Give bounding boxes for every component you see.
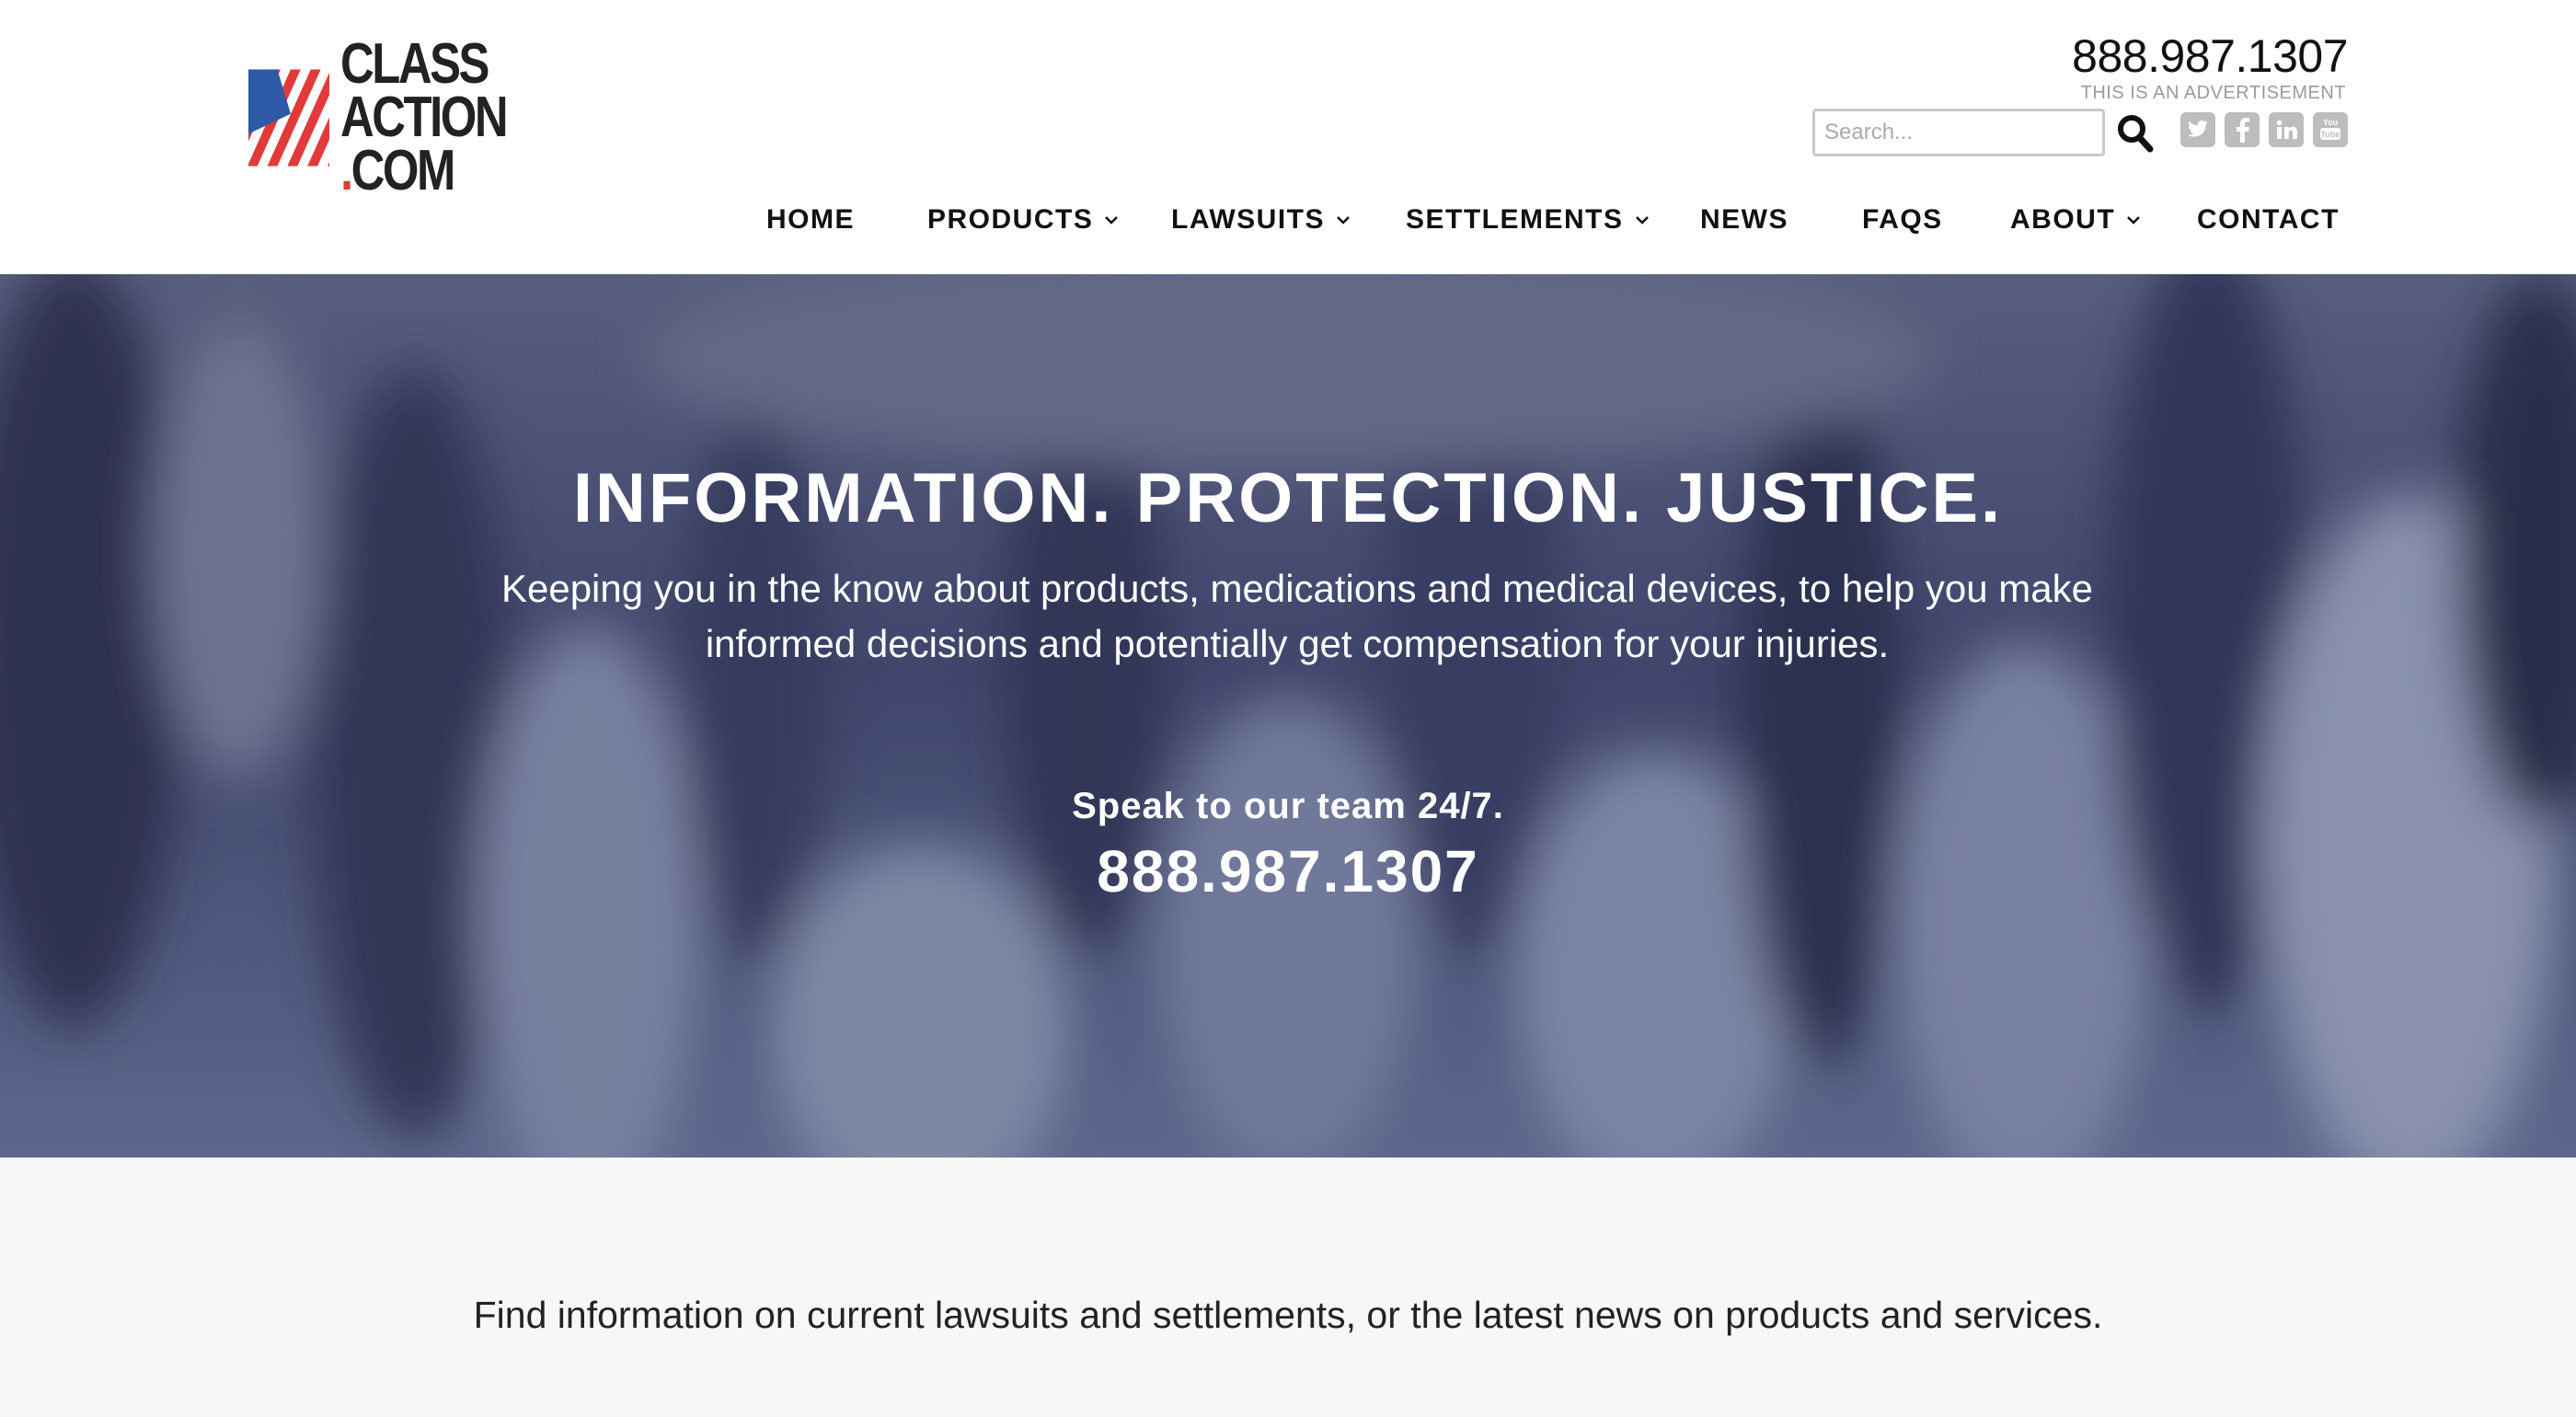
logo-wordmark: CLASS ACTION .COM	[340, 32, 509, 202]
main-navigation: HOME PRODUCTS LAWSUITS SETTLEMENTS NEWS …	[0, 204, 2576, 250]
search-icon	[2118, 115, 2154, 153]
nav-item-label: NEWS	[1700, 204, 1788, 235]
nav-item-about[interactable]: ABOUT	[2010, 204, 2141, 236]
nav-item-label: PRODUCTS	[927, 204, 1094, 235]
nav-item-label: LAWSUITS	[1171, 204, 1325, 235]
nav-item-news[interactable]: NEWS	[1700, 204, 1788, 236]
intro-section: Find information on current lawsuits and…	[0, 1158, 2576, 1417]
site-header: CLASS ACTION .COM 888.987.1307 THIS IS A…	[0, 0, 2576, 274]
logo-line-2: ACTION	[340, 86, 509, 149]
chevron-down-icon	[1635, 216, 1649, 225]
flag-logo-icon	[248, 69, 330, 167]
chevron-down-icon	[2127, 216, 2141, 225]
nav-item-products[interactable]: PRODUCTS	[927, 204, 1119, 236]
advertisement-notice: THIS IS AN ADVERTISEMENT	[2080, 83, 2346, 103]
youtube-icon[interactable]: You Tube	[2313, 112, 2348, 147]
nav-item-label: FAQS	[1862, 204, 1943, 235]
nav-item-label: CONTACT	[2197, 204, 2340, 235]
twitter-icon[interactable]	[2180, 112, 2215, 147]
intro-text: Find information on current lawsuits and…	[473, 1294, 2103, 1336]
search-input[interactable]	[1812, 109, 2105, 156]
logo-line-3: .COM	[340, 139, 455, 202]
linkedin-icon[interactable]	[2269, 112, 2304, 147]
chevron-down-icon	[1337, 216, 1350, 225]
logo-line-1: CLASS	[340, 32, 489, 96]
nav-item-label: ABOUT	[2010, 204, 2116, 235]
nav-item-label: SETTLEMENTS	[1406, 204, 1624, 235]
facebook-icon[interactable]	[2225, 112, 2260, 147]
hero-content: INFORMATION. PROTECTION. JUSTICE. Keepin…	[0, 274, 2576, 1158]
search-button[interactable]	[2114, 110, 2156, 156]
chevron-down-icon	[1105, 216, 1119, 225]
hero-banner: INFORMATION. PROTECTION. JUSTICE. Keepin…	[0, 274, 2576, 1158]
svg-text:Tube: Tube	[2321, 130, 2340, 139]
hero-title: INFORMATION. PROTECTION. JUSTICE.	[572, 459, 2004, 537]
hero-phone-number[interactable]: 888.987.1307	[0, 837, 2576, 905]
svg-text:You: You	[2323, 118, 2338, 127]
site-logo[interactable]: CLASS ACTION .COM	[248, 35, 543, 201]
hero-subtitle: Keeping you in the know about products, …	[500, 567, 2094, 665]
header-phone-number[interactable]: 888.987.1307	[2072, 29, 2348, 83]
nav-item-faqs[interactable]: FAQS	[1862, 204, 1943, 236]
nav-item-label: HOME	[766, 204, 855, 235]
nav-item-settlements[interactable]: SETTLEMENTS	[1406, 204, 1650, 236]
nav-item-contact[interactable]: CONTACT	[2197, 204, 2340, 236]
nav-item-home[interactable]: HOME	[766, 204, 855, 236]
hero-speak-text: Speak to our team 24/7.	[1072, 786, 1504, 826]
nav-item-lawsuits[interactable]: LAWSUITS	[1171, 204, 1351, 236]
